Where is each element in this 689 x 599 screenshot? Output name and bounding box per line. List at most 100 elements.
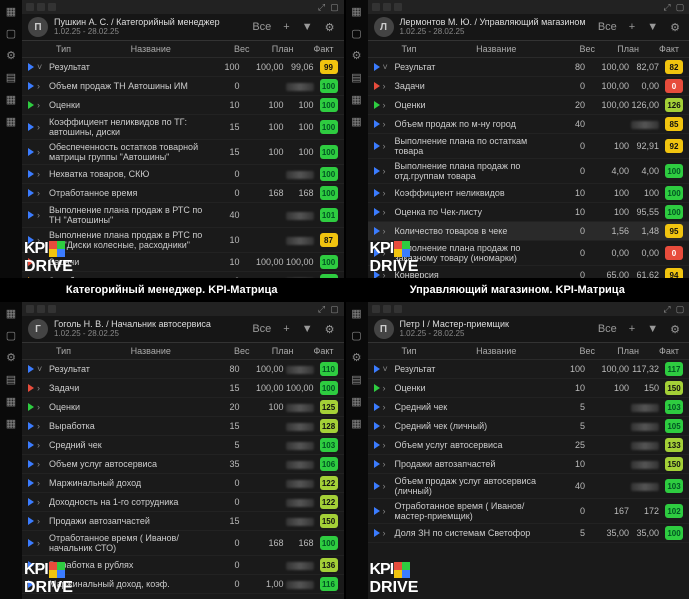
calendar-icon[interactable]: ▢: [4, 328, 18, 342]
chevron-icon[interactable]: ˅: [383, 364, 393, 374]
settings-icon[interactable]: ⚙: [667, 21, 683, 34]
chevron-icon[interactable]: ›: [37, 235, 47, 245]
chevron-icon[interactable]: ›: [383, 481, 393, 491]
kpi-row[interactable]: ˅ Результат 100 100,00 99,06 99: [22, 58, 344, 77]
window-icon[interactable]: ▢: [675, 2, 685, 12]
kpi-row[interactable]: › Выработка 15 128: [22, 417, 344, 436]
kpi-row[interactable]: ˅ Результат 80 100,00 110: [22, 360, 344, 379]
chevron-icon[interactable]: ˅: [37, 364, 47, 374]
kpi-row[interactable]: › Выработка в рублях 0 136: [22, 556, 344, 575]
chevron-icon[interactable]: ›: [37, 579, 47, 589]
calendar-icon[interactable]: ▢: [350, 328, 364, 342]
tab-icon[interactable]: [48, 305, 56, 313]
chevron-icon[interactable]: ›: [37, 459, 47, 469]
kpi-row[interactable]: › Оценки 20 100 125: [22, 398, 344, 417]
apps2-icon[interactable]: ▦: [350, 114, 364, 128]
kpi-row[interactable]: › Нехватка товаров, СКЮ 0 100: [22, 165, 344, 184]
kpi-row[interactable]: › Оценки 10 100 150 150: [368, 379, 689, 398]
chevron-icon[interactable]: ›: [383, 459, 393, 469]
tab-icon[interactable]: [394, 3, 402, 11]
kpi-row[interactable]: ˅ Результат 80 100,00 82,07 82: [368, 58, 689, 77]
chevron-icon[interactable]: ›: [383, 402, 393, 412]
kpi-row[interactable]: › Выполнение плана продаж по заказному т…: [368, 241, 689, 266]
grid-icon[interactable]: ▦: [4, 306, 18, 320]
kpi-row[interactable]: › Отработанное время 0 168 168 100: [22, 184, 344, 203]
tab-icon[interactable]: [372, 305, 380, 313]
chevron-icon[interactable]: ›: [383, 383, 393, 393]
kpi-row[interactable]: › Выполнение плана продаж в РТС по ТН "А…: [22, 203, 344, 228]
avatar[interactable]: П: [28, 17, 48, 37]
filter-all[interactable]: Все: [595, 21, 620, 33]
gear-icon[interactable]: ⚙: [4, 350, 18, 364]
apps2-icon[interactable]: ▦: [4, 416, 18, 430]
expand-icon[interactable]: ⤢: [317, 304, 327, 314]
kpi-row[interactable]: › Обеспеченность остатков товарной матри…: [22, 140, 344, 165]
chevron-icon[interactable]: ›: [383, 141, 393, 151]
window-icon[interactable]: ▢: [330, 2, 340, 12]
chevron-icon[interactable]: ˅: [37, 276, 47, 278]
tab-icon[interactable]: [394, 305, 402, 313]
chevron-icon[interactable]: ›: [37, 81, 47, 91]
gear-icon[interactable]: ⚙: [350, 350, 364, 364]
chevron-icon[interactable]: ›: [383, 100, 393, 110]
apps-icon[interactable]: ▦: [4, 92, 18, 106]
chevron-icon[interactable]: ›: [37, 122, 47, 132]
kpi-row[interactable]: › Выполнение плана по остаткам товара 0 …: [368, 134, 689, 159]
add-icon[interactable]: +: [280, 323, 292, 335]
tab-icon[interactable]: [372, 3, 380, 11]
kpi-row[interactable]: › Объем продаж ТН Автошины ИМ 0 100: [22, 77, 344, 96]
kpi-row[interactable]: › Объем продаж по м-ну город 40 85: [368, 115, 689, 134]
kpi-row[interactable]: › Коэффициент неликвидов по ТГ: автошины…: [22, 115, 344, 140]
kpi-row[interactable]: › Выполнение плана продаж в РТС по ТН "Д…: [22, 228, 344, 253]
chevron-icon[interactable]: ›: [383, 248, 393, 258]
chevron-icon[interactable]: ˅: [37, 62, 47, 72]
chevron-icon[interactable]: ›: [383, 166, 393, 176]
kpi-row[interactable]: › Маржинальный доход, коэф. 0 1,00 116: [22, 575, 344, 594]
apps-icon[interactable]: ▦: [4, 394, 18, 408]
chevron-icon[interactable]: ›: [383, 506, 393, 516]
expand-icon[interactable]: ⤢: [662, 304, 672, 314]
apps2-icon[interactable]: ▦: [4, 114, 18, 128]
tab-icon[interactable]: [37, 3, 45, 11]
kpi-row[interactable]: › Доля ЗН по системам Светофор 5 35,00 3…: [368, 524, 689, 543]
kpi-row[interactable]: › Маржинальный доход 0 122: [22, 474, 344, 493]
tab-icon[interactable]: [26, 3, 34, 11]
chevron-icon[interactable]: ›: [37, 440, 47, 450]
add-icon[interactable]: +: [280, 21, 292, 33]
chevron-icon[interactable]: ˅: [383, 62, 393, 72]
menu-icon[interactable]: ▤: [350, 70, 364, 84]
expand-icon[interactable]: ⤢: [662, 2, 672, 12]
chevron-icon[interactable]: ›: [383, 421, 393, 431]
menu-icon[interactable]: ▤: [4, 70, 18, 84]
chevron-icon[interactable]: ›: [37, 169, 47, 179]
kpi-row[interactable]: › Оценки 10 100 100 100: [22, 96, 344, 115]
kpi-row[interactable]: › Продажи автозапчастей 10 150: [368, 455, 689, 474]
kpi-row[interactable]: ˅ Результат 100 100,00 117,32 117: [368, 360, 689, 379]
tab-icon[interactable]: [37, 305, 45, 313]
window-icon[interactable]: ▢: [675, 304, 685, 314]
chevron-icon[interactable]: ›: [37, 383, 47, 393]
kpi-row[interactable]: › Отработанное время ( Иванов/ начальник…: [22, 531, 344, 556]
avatar[interactable]: П: [374, 319, 394, 339]
grid-icon[interactable]: ▦: [4, 4, 18, 18]
menu-icon[interactable]: ▤: [4, 372, 18, 386]
tab-icon[interactable]: [48, 3, 56, 11]
chevron-icon[interactable]: ›: [37, 516, 47, 526]
calendar-icon[interactable]: ▢: [350, 26, 364, 40]
gear-icon[interactable]: ⚙: [4, 48, 18, 62]
chevron-icon[interactable]: ›: [383, 440, 393, 450]
calendar-icon[interactable]: ▢: [4, 26, 18, 40]
menu-icon[interactable]: ▤: [350, 372, 364, 386]
tab-icon[interactable]: [26, 305, 34, 313]
kpi-row[interactable]: › Конверсия 0 65,00 61,62 94: [368, 266, 689, 278]
chevron-icon[interactable]: ›: [383, 207, 393, 217]
chevron-icon[interactable]: ›: [383, 528, 393, 538]
chevron-icon[interactable]: ›: [37, 210, 47, 220]
kpi-row[interactable]: › Доходность на 1-го сотрудника 0 122: [22, 493, 344, 512]
kpi-row[interactable]: › Средний чек (личный) 5 105: [368, 417, 689, 436]
chevron-icon[interactable]: ›: [37, 257, 47, 267]
kpi-row[interactable]: › Коэффициент неликвидов 10 100 100 100: [368, 184, 689, 203]
chevron-icon[interactable]: ›: [383, 81, 393, 91]
apps-icon[interactable]: ▦: [350, 394, 364, 408]
kpi-row[interactable]: › Задачи 15 100,00 100,00 100: [22, 379, 344, 398]
